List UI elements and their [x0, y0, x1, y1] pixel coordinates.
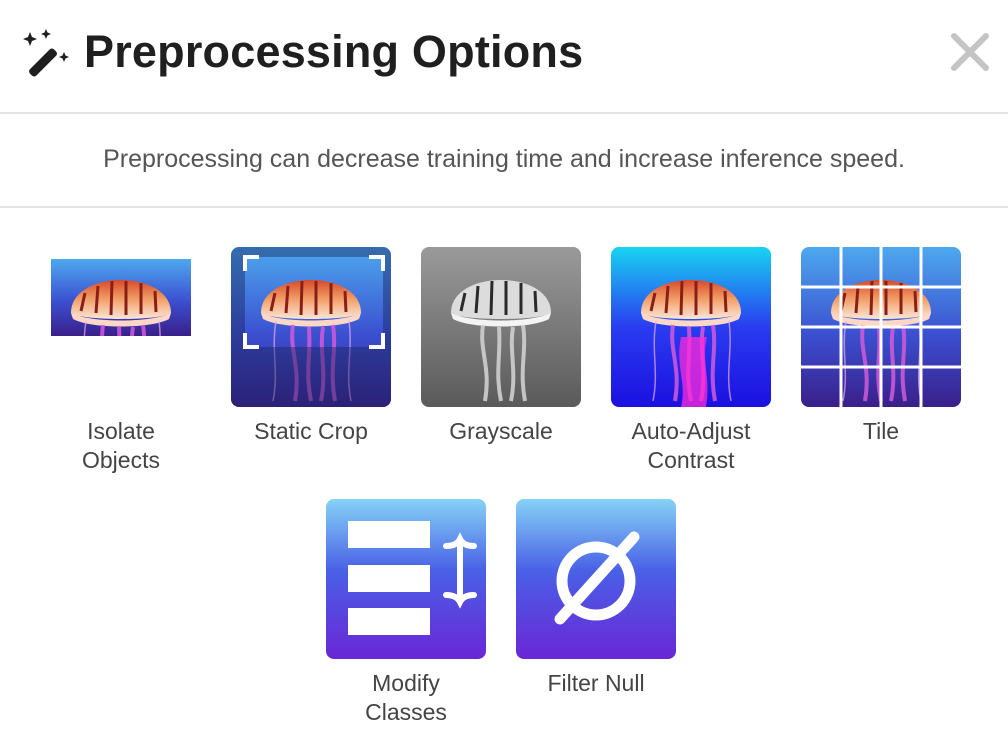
- option-label: Tile: [862, 418, 900, 444]
- isolate-objects-thumbnail: [41, 247, 201, 407]
- option-label-line2: Classes: [365, 699, 447, 725]
- dialog-title: Preprocessing Options: [84, 26, 584, 77]
- option-tile[interactable]: Tile: [786, 247, 976, 447]
- option-label: Grayscale: [449, 418, 553, 444]
- option-isolate-objects[interactable]: Isolate Objects: [26, 247, 216, 477]
- description-section: Preprocessing can decrease training time…: [0, 114, 1008, 208]
- grayscale-thumbnail: [421, 247, 581, 407]
- modify-classes-thumbnail: [326, 499, 486, 659]
- tile-thumbnail: [801, 247, 961, 407]
- static-crop-thumbnail: [231, 247, 391, 407]
- option-label: Filter Null: [547, 670, 645, 696]
- dialog-description: Preprocessing can decrease training time…: [103, 145, 905, 173]
- option-label: Isolate: [87, 418, 155, 444]
- option-auto-adjust-contrast[interactable]: Auto-Adjust Contrast: [596, 247, 786, 477]
- filter-null-thumbnail: [516, 499, 676, 659]
- option-label-line2: Objects: [82, 447, 160, 473]
- option-label: Auto-Adjust: [631, 418, 751, 444]
- option-filter-null[interactable]: Filter Null: [501, 499, 691, 699]
- close-icon[interactable]: [948, 30, 992, 74]
- option-modify-classes[interactable]: Modify Classes: [311, 499, 501, 729]
- option-label-line2: Contrast: [647, 447, 735, 473]
- option-label: Static Crop: [254, 418, 368, 444]
- option-label: Modify: [372, 670, 440, 696]
- auto-adjust-contrast-thumbnail: [611, 247, 771, 407]
- magic-wand-icon: [23, 29, 69, 77]
- option-grayscale[interactable]: Grayscale: [406, 247, 596, 447]
- dialog-header: Preprocessing Options: [0, 0, 1008, 114]
- option-static-crop[interactable]: Static Crop: [216, 247, 406, 447]
